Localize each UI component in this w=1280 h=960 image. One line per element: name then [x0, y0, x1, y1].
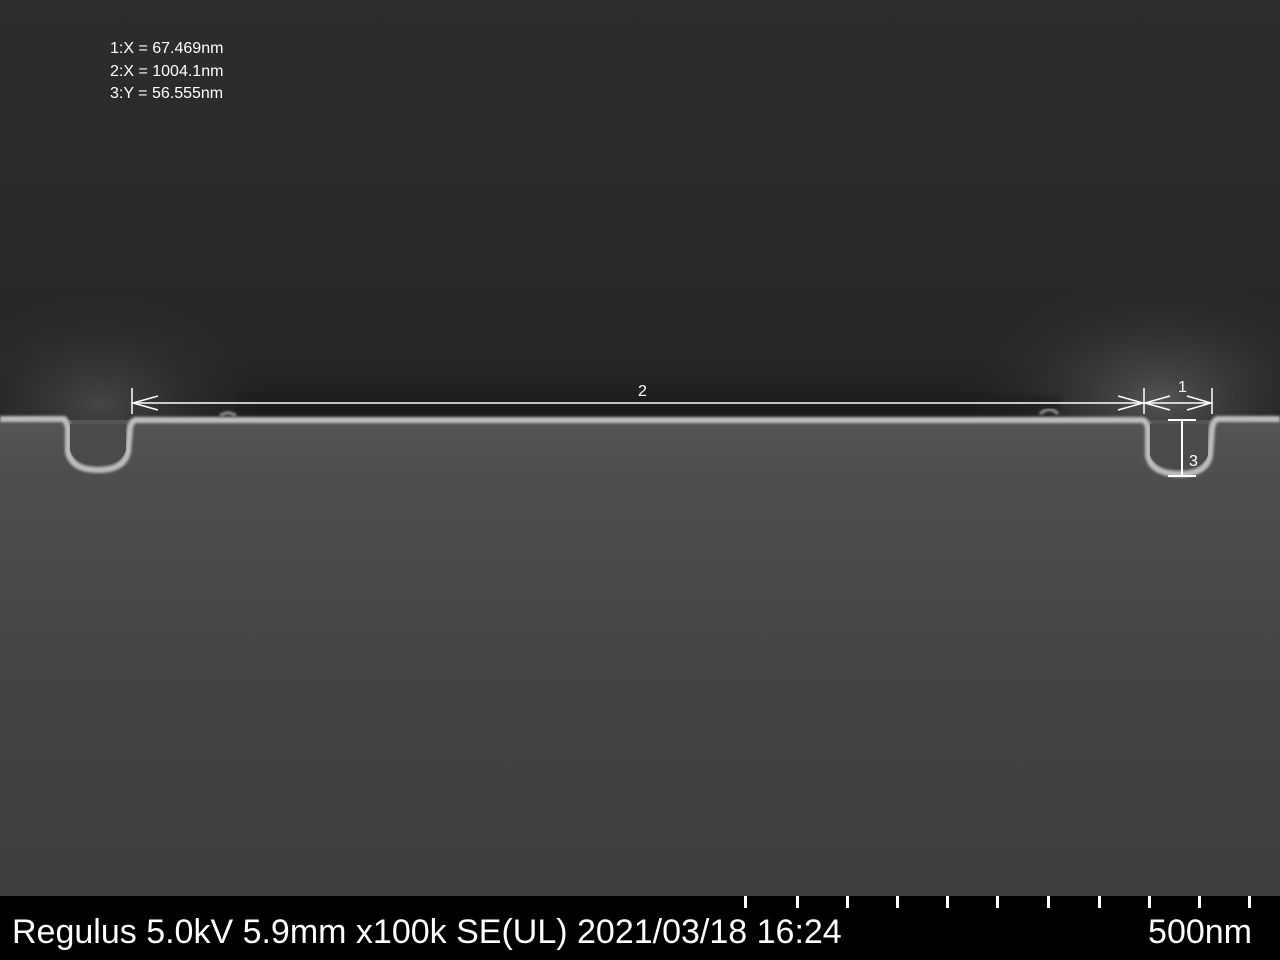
marker-3-label: 3 [1189, 453, 1198, 470]
measurement-readout: 1:X = 67.469nm 2:X = 1004.1nm 3:Y = 56.5… [110, 38, 223, 106]
sem-image [0, 0, 1280, 896]
marker-1-label: 1 [1178, 379, 1187, 396]
measurement-2-value: 2:X = 1004.1nm [110, 62, 224, 80]
measurement-3-value: 3:Y = 56.555nm [110, 85, 224, 102]
marker-2-label: 2 [638, 383, 647, 400]
sem-micrograph: 1:X = 67.469nm 2:X = 1004.1nm 3:Y = 56.5… [0, 0, 1280, 960]
instrument-info: Regulus 5.0kV 5.9mm x100k SE(UL) 2021/03… [12, 913, 842, 951]
scale-bar-ticks [744, 896, 1251, 908]
scale-bar-label: 500nm [1148, 913, 1252, 951]
measurement-1-value: 1:X = 67.469nm [110, 40, 224, 57]
